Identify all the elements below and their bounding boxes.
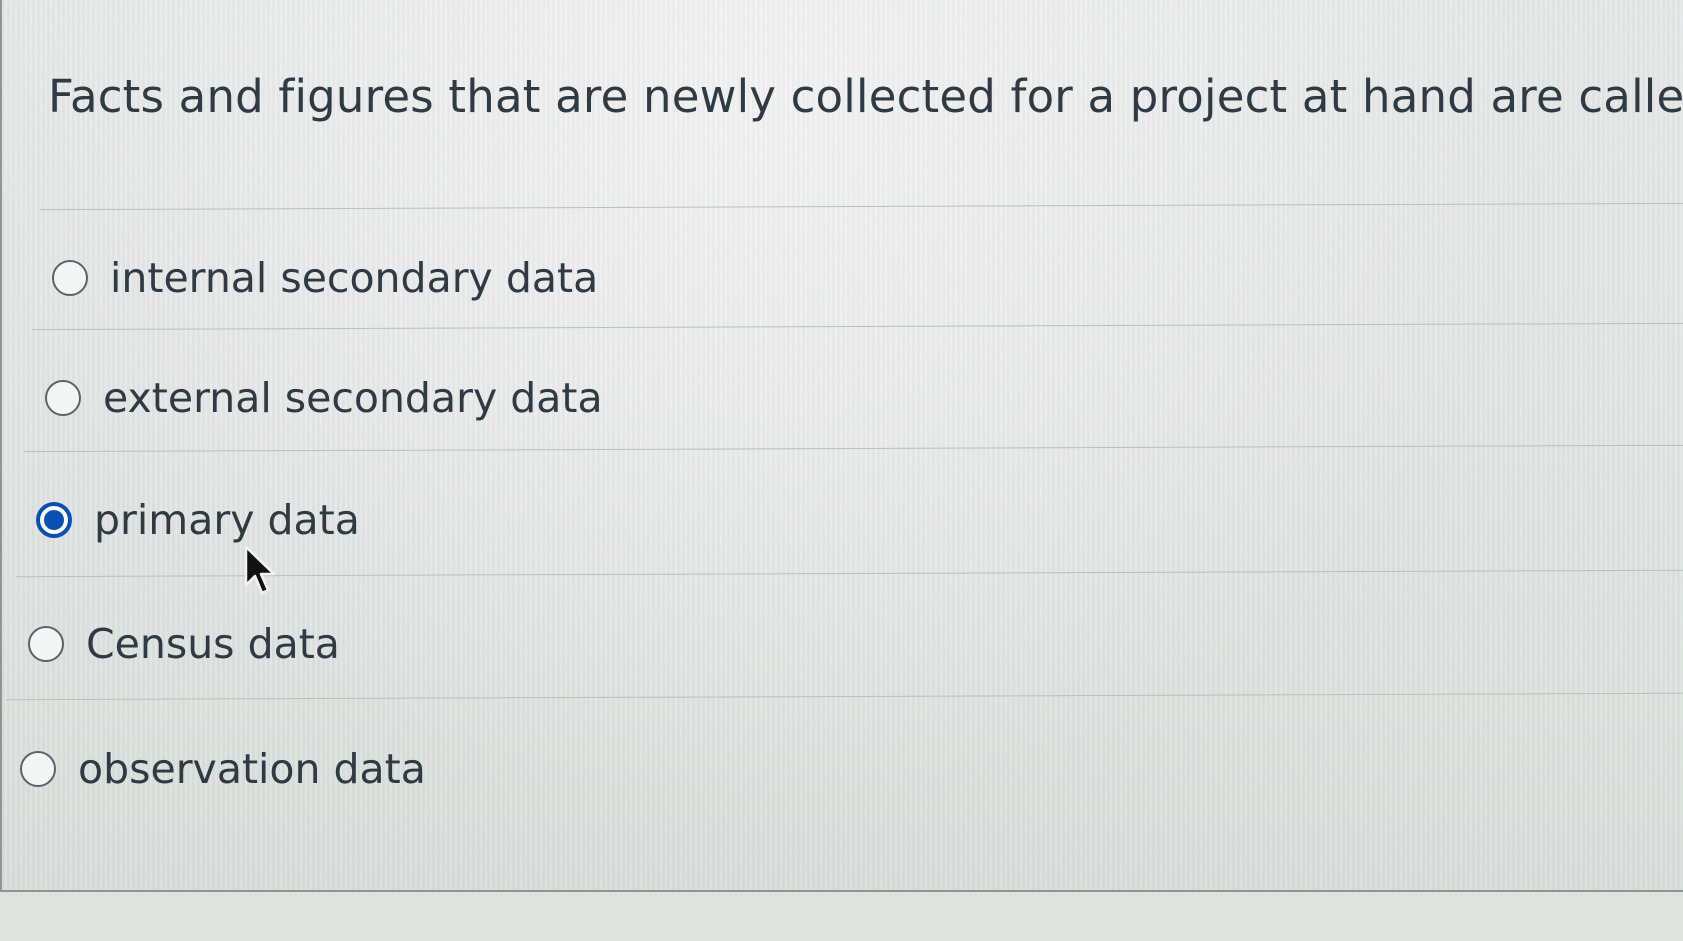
question-text: Facts and figures that are newly collect… (48, 70, 1683, 123)
option-label: observation data (78, 745, 426, 793)
divider (40, 202, 1683, 211)
radio-empty-icon[interactable] (28, 626, 64, 662)
option-label: primary data (94, 496, 360, 544)
option-primary-data[interactable]: primary data (36, 496, 360, 544)
divider (24, 444, 1683, 453)
mouse-pointer-icon (244, 545, 276, 595)
left-border (0, 0, 2, 890)
option-label: external secondary data (103, 374, 603, 422)
footer-area (0, 892, 1683, 941)
radio-empty-icon[interactable] (52, 260, 88, 296)
radio-empty-icon[interactable] (20, 751, 56, 787)
radio-empty-icon[interactable] (45, 380, 81, 416)
radio-filled-icon[interactable] (36, 502, 72, 538)
option-label: Census data (86, 620, 340, 668)
option-label: internal secondary data (110, 254, 599, 302)
option-observation-data[interactable]: observation data (20, 745, 426, 793)
option-internal-secondary-data[interactable]: internal secondary data (52, 254, 598, 302)
radio-selected-dot (44, 510, 64, 530)
option-external-secondary-data[interactable]: external secondary data (45, 374, 603, 422)
divider (32, 322, 1683, 331)
option-census-data[interactable]: Census data (28, 620, 340, 668)
divider (6, 692, 1683, 701)
